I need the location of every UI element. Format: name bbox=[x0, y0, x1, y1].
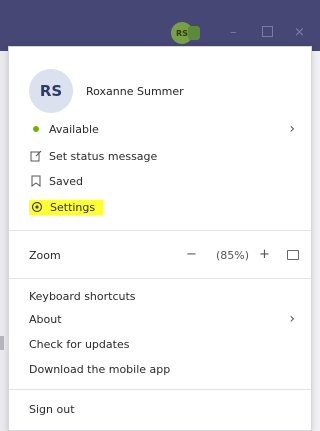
titlebar-avatar[interactable]: RS bbox=[171, 22, 200, 44]
profile-name: Roxanne Summer bbox=[86, 84, 184, 98]
maximize-icon bbox=[262, 26, 273, 37]
background-edge-mark bbox=[0, 336, 4, 350]
set-status-message-item[interactable]: Set status message bbox=[29, 146, 157, 166]
about-label: About bbox=[29, 312, 62, 326]
titlebar-avatar-initials: RS bbox=[176, 28, 188, 38]
keyboard-shortcuts-label: Keyboard shortcuts bbox=[29, 289, 136, 303]
chevron-right-icon: › bbox=[289, 311, 295, 327]
divider bbox=[9, 230, 311, 231]
settings-highlight: Settings bbox=[29, 199, 104, 215]
zoom-row: Zoom − (85%) + bbox=[29, 245, 299, 267]
chevron-right-icon: › bbox=[289, 121, 295, 137]
saved-item[interactable]: Saved bbox=[29, 171, 83, 191]
settings-label: Settings bbox=[50, 200, 96, 214]
bookmark-icon bbox=[29, 175, 43, 187]
minimize-button[interactable]: – bbox=[230, 26, 237, 39]
profile-avatar[interactable]: RS bbox=[29, 69, 73, 113]
divider bbox=[9, 389, 311, 390]
saved-label: Saved bbox=[49, 174, 83, 188]
edit-status-icon bbox=[29, 150, 43, 162]
fit-to-window-icon[interactable] bbox=[287, 250, 299, 260]
status-available-label: Available bbox=[49, 122, 99, 136]
divider bbox=[9, 278, 311, 279]
status-available-item[interactable]: Available › bbox=[29, 119, 311, 139]
title-bar: RS – × bbox=[0, 0, 320, 51]
zoom-label: Zoom bbox=[29, 249, 61, 262]
keyboard-shortcuts-item[interactable]: Keyboard shortcuts bbox=[29, 286, 136, 306]
presence-dot-icon bbox=[29, 126, 43, 132]
profile-header[interactable]: RS Roxanne Summer bbox=[29, 69, 184, 113]
about-item[interactable]: About › bbox=[29, 309, 311, 329]
zoom-in-button[interactable]: + bbox=[259, 247, 270, 262]
set-status-message-label: Set status message bbox=[49, 149, 158, 163]
zoom-out-button[interactable]: − bbox=[186, 247, 197, 262]
settings-item[interactable]: Settings bbox=[29, 197, 104, 217]
check-for-updates-item[interactable]: Check for updates bbox=[29, 334, 129, 354]
gear-icon bbox=[30, 201, 44, 213]
download-mobile-app-item[interactable]: Download the mobile app bbox=[29, 359, 170, 379]
check-for-updates-label: Check for updates bbox=[29, 337, 130, 351]
close-button[interactable]: × bbox=[294, 26, 305, 39]
zoom-level: (85%) bbox=[216, 249, 250, 262]
profile-menu-panel: RS Roxanne Summer Available › Set status… bbox=[8, 46, 312, 431]
sign-out-item[interactable]: Sign out bbox=[29, 403, 75, 416]
download-mobile-app-label: Download the mobile app bbox=[29, 362, 171, 376]
titlebar-presence-icon bbox=[188, 26, 200, 40]
maximize-button[interactable] bbox=[262, 26, 273, 40]
background-window-edge bbox=[312, 51, 320, 431]
